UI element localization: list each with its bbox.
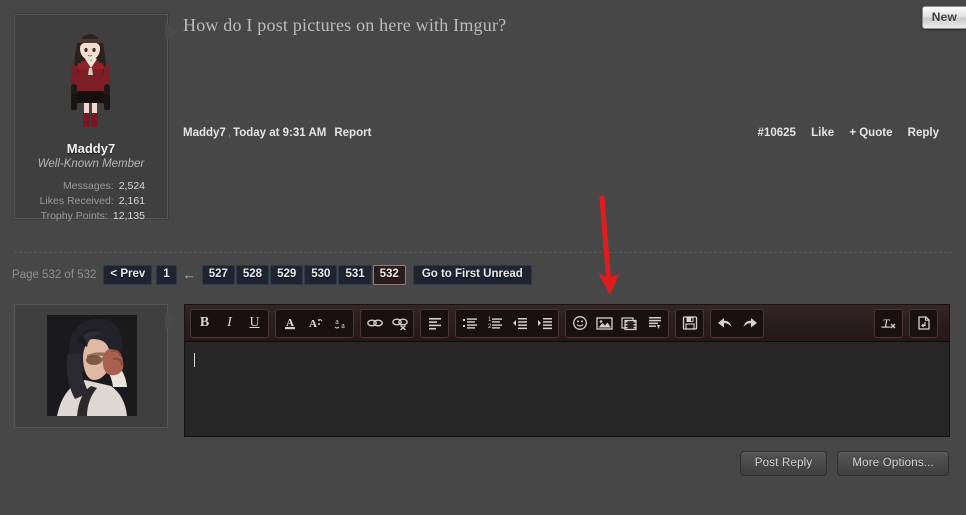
text-color-icon[interactable]: A — [277, 311, 302, 336]
prev-page-button[interactable]: < Prev — [103, 264, 153, 285]
page-button-527[interactable]: 527 — [201, 264, 235, 285]
toolbar-group-align — [420, 308, 449, 338]
font-family-icon[interactable]: aa — [327, 311, 352, 336]
reply-bubble-arrow — [165, 312, 177, 330]
font-size-icon[interactable]: A — [302, 311, 327, 336]
insert-media-icon[interactable] — [617, 311, 642, 336]
post-author-link[interactable]: Maddy7 — [183, 127, 226, 139]
pagination-bar: Page 532 of 532 < Prev 1 ← 527 528 529 5… — [12, 264, 536, 285]
save-draft-icon[interactable] — [677, 311, 702, 336]
page-button-530[interactable]: 530 — [304, 264, 338, 285]
smilie-icon[interactable] — [567, 311, 592, 336]
post-reply-button[interactable]: Post Reply — [739, 451, 828, 476]
align-left-icon[interactable] — [422, 311, 447, 336]
editor-action-buttons: Post Reply More Options... — [730, 451, 949, 476]
like-button[interactable]: Like — [811, 127, 834, 139]
toolbar-group-font: A A aa — [275, 308, 354, 338]
stat-label: Likes Received: — [39, 195, 114, 207]
more-options-button[interactable]: More Options... — [837, 451, 949, 476]
page-button-531[interactable]: 531 — [338, 264, 372, 285]
indent-icon[interactable] — [532, 311, 557, 336]
post-user-info-panel: Maddy7 Well-Known Member Messages: 2,524 … — [14, 14, 168, 222]
go-to-first-unread-button[interactable]: Go to First Unread — [412, 264, 532, 285]
post-container: Maddy7 Well-Known Member Messages: 2,524 … — [0, 0, 966, 240]
text-caret — [194, 353, 195, 367]
page-button-532-current[interactable]: 532 — [372, 264, 406, 285]
avatar[interactable] — [51, 25, 129, 135]
section-divider — [14, 252, 952, 253]
svg-text:T: T — [882, 316, 890, 330]
page-button-529[interactable]: 529 — [270, 264, 304, 285]
post-username[interactable]: Maddy7 — [15, 141, 167, 156]
post-user-title: Well-Known Member — [37, 158, 145, 170]
remove-formatting-icon[interactable]: T — [876, 311, 901, 336]
stat-value: 12,135 — [112, 210, 145, 222]
post-timestamp[interactable]: Today at 9:31 AM — [233, 127, 326, 139]
reply-user-panel — [14, 304, 168, 428]
stat-row: Messages: 2,524 — [15, 179, 167, 194]
quote-button[interactable]: + Quote — [849, 127, 892, 139]
outdent-icon[interactable] — [507, 311, 532, 336]
stat-label: Messages: — [62, 180, 114, 192]
post-bubble-arrow — [165, 22, 177, 40]
toolbar-group-text-style: B I U — [190, 308, 269, 338]
toolbar-group-source-view — [909, 308, 938, 338]
italic-icon[interactable]: I — [217, 311, 242, 336]
reply-editor: B I U A A aa 1 2 T — [184, 304, 950, 437]
reply-text-area[interactable] — [185, 342, 949, 436]
stat-row: Likes Received: 2,161 — [15, 194, 167, 209]
page-button-528[interactable]: 528 — [235, 264, 270, 285]
avatar[interactable] — [47, 315, 137, 416]
undo-icon[interactable] — [712, 311, 737, 336]
bold-icon[interactable]: B — [192, 311, 217, 336]
stat-label: Trophy Points: — [40, 210, 108, 222]
toolbar-group-media — [565, 308, 669, 338]
toolbar-group-draft — [675, 308, 704, 338]
toolbar-group-link — [360, 308, 414, 338]
user-stats: Messages: 2,524 Likes Received: 2,161 Trop… — [15, 179, 167, 224]
underline-icon[interactable]: U — [242, 311, 267, 336]
insert-image-icon[interactable] — [592, 311, 617, 336]
toolbar-group-history — [710, 308, 764, 338]
stat-row: Trophy Points: 12,135 — [15, 209, 167, 224]
post-permalink[interactable]: #10625 — [758, 127, 796, 139]
reply-button[interactable]: Reply — [908, 127, 939, 139]
toolbar-group-lists: 12 — [455, 308, 559, 338]
insert-quote-icon[interactable] — [642, 311, 667, 336]
toggle-bbcode-icon[interactable] — [911, 311, 936, 336]
svg-text:1: 1 — [488, 317, 492, 323]
insert-link-icon[interactable] — [362, 311, 387, 336]
thread-title: How do I post pictures on here with Imgu… — [183, 15, 507, 35]
editor-toolbar: B I U A A aa 1 2 T — [185, 305, 949, 342]
svg-text:a: a — [341, 321, 345, 330]
redo-icon[interactable] — [737, 311, 762, 336]
page-skip-arrow-icon[interactable]: ← — [183, 267, 196, 282]
svg-text:2: 2 — [488, 324, 492, 330]
numbered-list-icon[interactable]: 12 — [482, 311, 507, 336]
stat-value: 2,161 — [118, 195, 145, 207]
page-button-first[interactable]: 1 — [156, 264, 177, 285]
bullet-list-icon[interactable] — [457, 311, 482, 336]
remove-link-icon[interactable] — [387, 311, 412, 336]
svg-text:a: a — [335, 317, 339, 326]
page-indicator: Page 532 of 532 — [12, 268, 97, 281]
post-meta: Maddy7, Today at 9:31 AM Report — [183, 127, 371, 139]
report-link[interactable]: Report — [334, 127, 371, 139]
meta-separator: , — [227, 127, 232, 139]
svg-text:A: A — [309, 318, 317, 330]
toolbar-group-format-tools: T — [874, 308, 903, 338]
forum-thread-page: New Maddy7 Well-Known Member Messages: 2… — [0, 0, 966, 515]
post-actions: #10625 Like + Quote Reply — [746, 127, 939, 139]
stat-value: 2,524 — [118, 180, 145, 192]
